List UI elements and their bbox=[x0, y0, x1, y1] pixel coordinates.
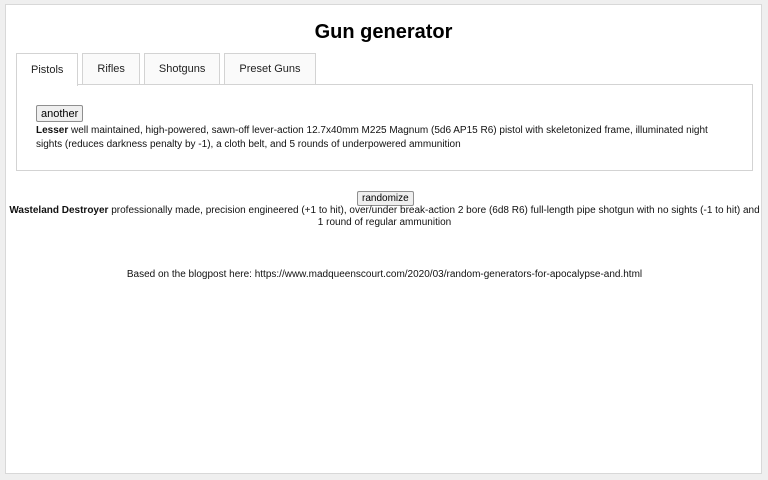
pistol-result-description: well maintained, high-powered, sawn-off … bbox=[36, 125, 708, 150]
randomize-button[interactable]: randomize bbox=[357, 191, 414, 206]
pistol-result: Lesser well maintained, high-powered, sa… bbox=[36, 124, 736, 152]
pistols-panel: another Lesser well maintained, high-pow… bbox=[16, 84, 753, 171]
shotgun-result-description: professionally made, precision engineere… bbox=[108, 205, 760, 228]
page-frame: Gun generator Pistols Rifles Shotguns Pr… bbox=[5, 4, 762, 474]
tab-pistols[interactable]: Pistols bbox=[16, 53, 79, 86]
footer-note: Based on the blogpost here: https://www.… bbox=[126, 269, 643, 280]
pistol-result-name: Lesser bbox=[36, 125, 69, 136]
shotgun-result-name: Wasteland Destroyer bbox=[9, 205, 109, 216]
tab-preset-guns[interactable]: Preset Guns bbox=[224, 53, 316, 84]
tab-bar: Pistols Rifles Shotguns Preset Guns bbox=[16, 53, 316, 86]
shotgun-result: Wasteland Destroyer professionally made,… bbox=[6, 205, 763, 229]
page-title: Gun generator bbox=[314, 21, 453, 43]
tab-rifles[interactable]: Rifles bbox=[82, 53, 140, 84]
another-button[interactable]: another bbox=[36, 105, 84, 122]
tab-shotguns[interactable]: Shotguns bbox=[143, 53, 221, 84]
